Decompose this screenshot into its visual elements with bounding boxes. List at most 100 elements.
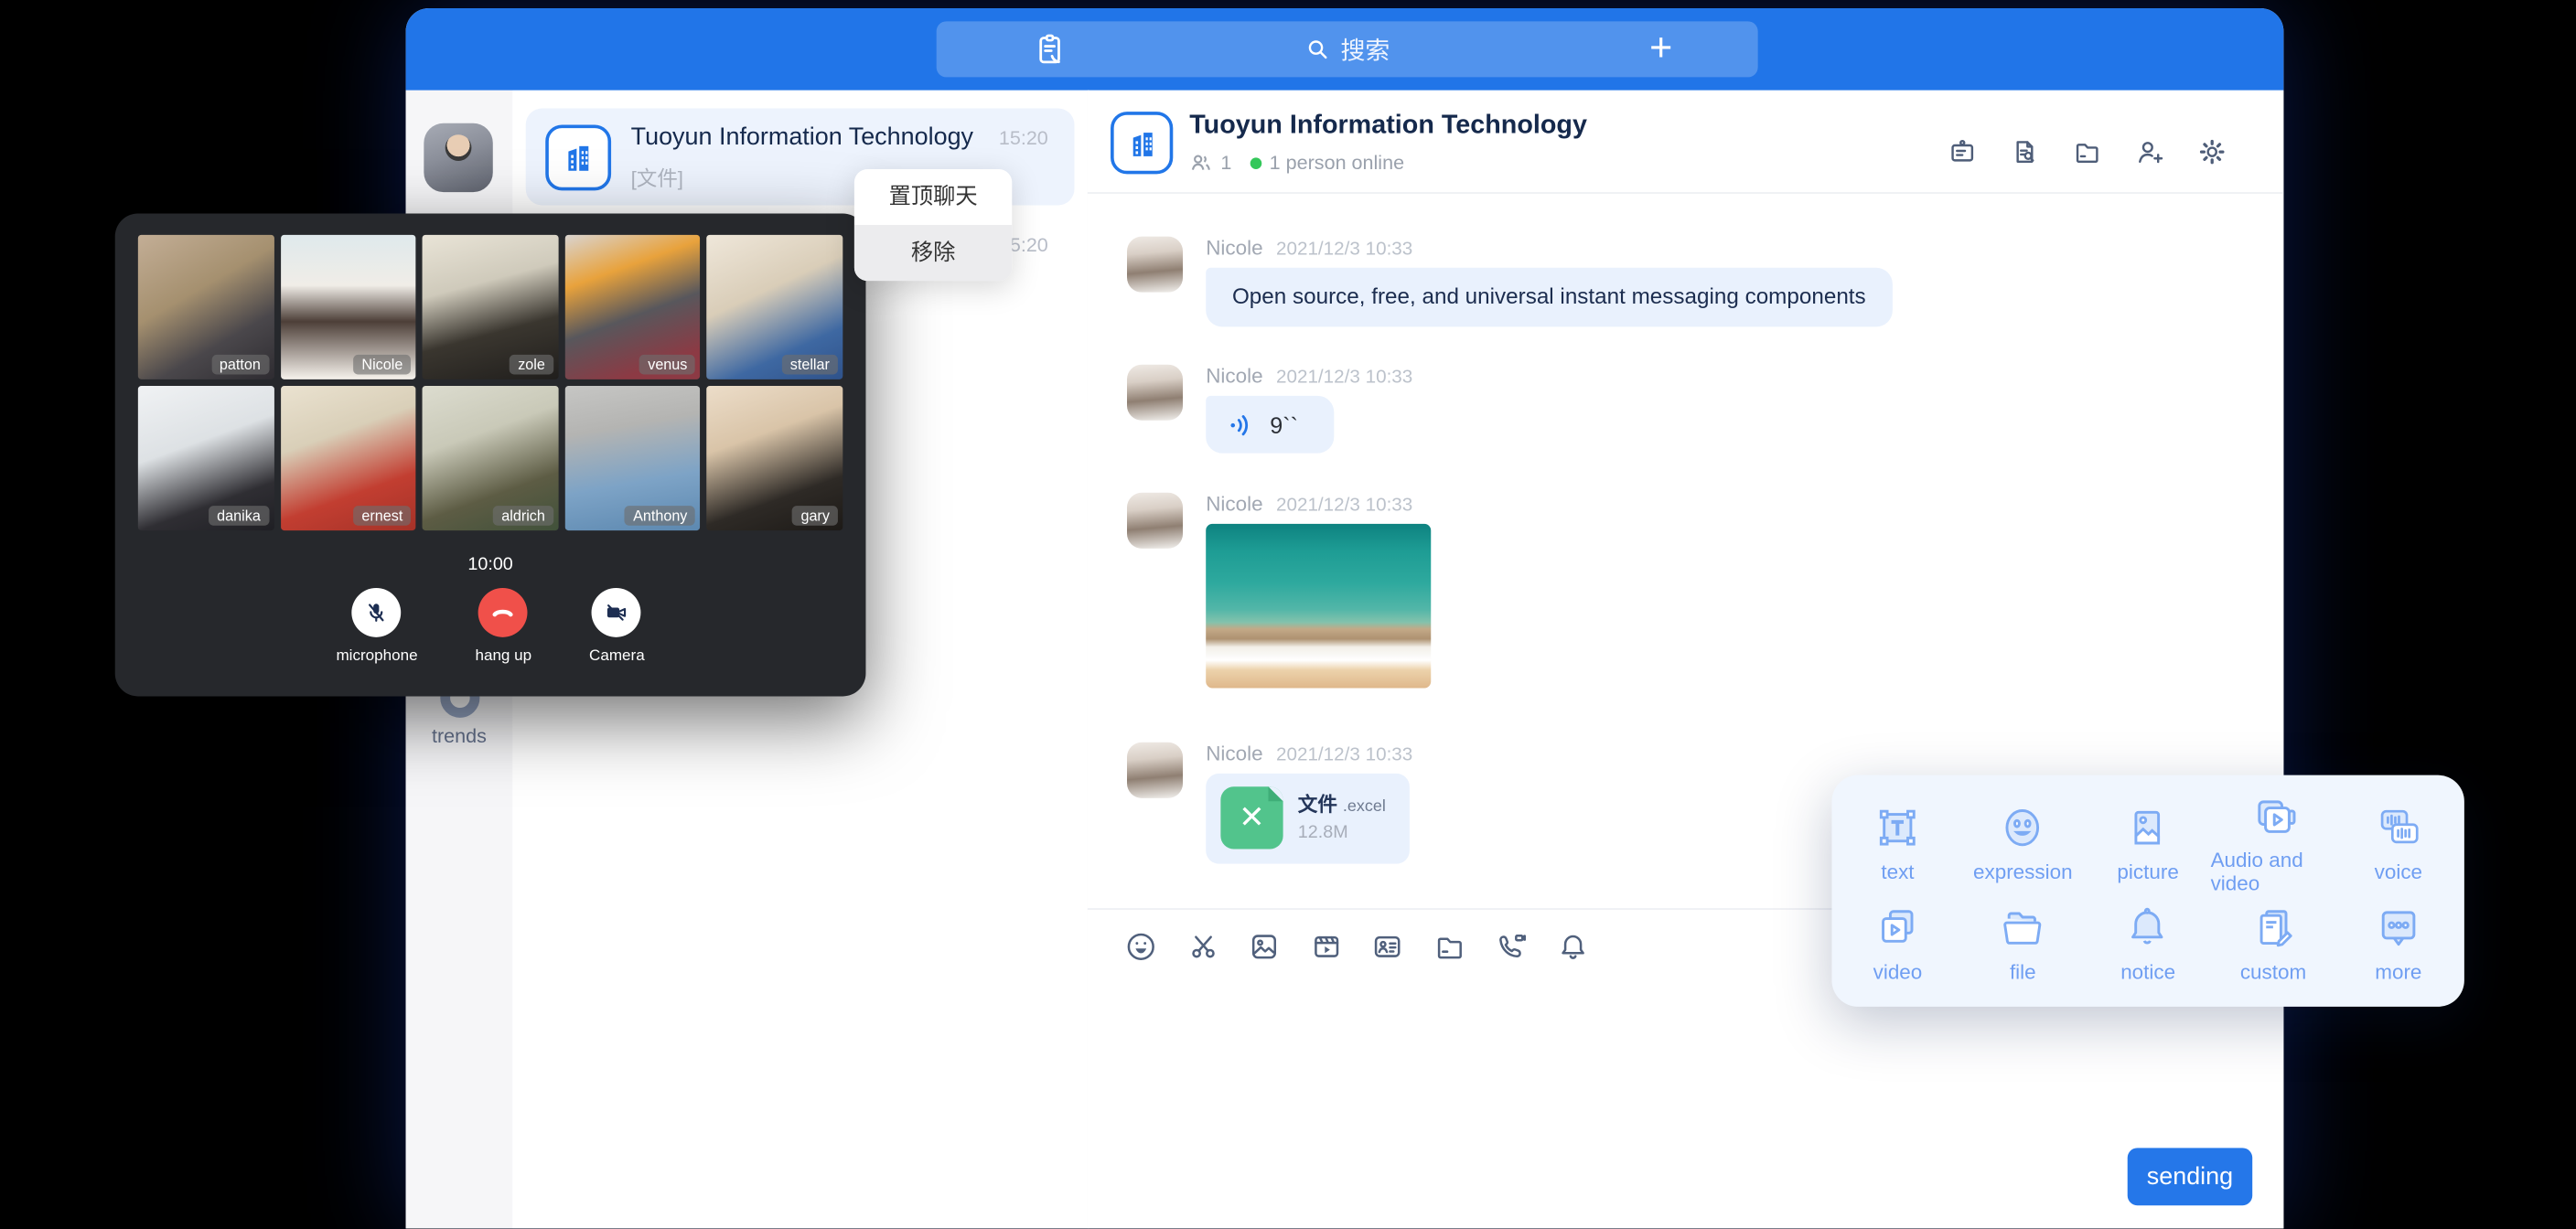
context-menu: 置顶聊天 移除: [854, 169, 1012, 281]
call-timer: 10:00: [115, 555, 866, 575]
panel-label: expression: [1973, 860, 2073, 883]
panel-item-notice[interactable]: notice: [2086, 895, 2211, 990]
message-time: 2021/12/3 10:33: [1276, 368, 1412, 388]
sender-name: Nicole: [1206, 365, 1262, 388]
mic-muted-icon[interactable]: [352, 588, 402, 637]
menu-item-pin-chat[interactable]: 置顶聊天: [854, 169, 1012, 225]
file-message-bubble[interactable]: ✕ 文件 .excel 12.8M: [1206, 774, 1410, 864]
participant-tile: Nicole: [280, 235, 415, 379]
panel-item-more[interactable]: more: [2335, 895, 2461, 990]
participant-name: Nicole: [353, 355, 411, 375]
message-text-content: Open source, free, and universal instant…: [1206, 268, 1892, 327]
participant-name: Anthony: [625, 506, 695, 526]
panel-item-custom[interactable]: custom: [2211, 895, 2336, 990]
avatar[interactable]: [1127, 237, 1183, 293]
panel-label: voice: [2375, 860, 2422, 883]
group-avatar-icon: [545, 124, 611, 190]
microphone-label: microphone: [336, 647, 417, 666]
folder-icon[interactable]: [1432, 929, 1466, 964]
panel-label: custom: [2240, 960, 2306, 983]
conversation-last-message: [文件]: [631, 161, 683, 192]
image-icon[interactable]: [1247, 929, 1282, 964]
contact-card-icon[interactable]: [1370, 929, 1405, 964]
voice-message-bubble[interactable]: 9``: [1206, 396, 1334, 454]
search-bar[interactable]: 搜索 +: [937, 21, 1758, 77]
panel-item-text[interactable]: text: [1835, 792, 1960, 895]
video-file-icon: [1873, 903, 1923, 952]
panel-item-audio-video[interactable]: Audio and video: [2211, 792, 2336, 895]
participant-tile: venus: [564, 235, 700, 379]
screenshot-scissors-icon[interactable]: [1186, 929, 1220, 964]
settings-gear-icon[interactable]: [2196, 136, 2227, 167]
hang-up-icon[interactable]: [478, 588, 528, 637]
participant-tile: gary: [707, 386, 843, 530]
emoji-icon[interactable]: [1123, 929, 1158, 964]
menu-item-remove[interactable]: 移除: [854, 225, 1012, 281]
message-image: Nicole 2021/12/3 10:33: [1127, 493, 1620, 714]
avatar[interactable]: [1127, 365, 1183, 421]
video-icon[interactable]: [1308, 929, 1343, 964]
user-avatar[interactable]: [424, 123, 492, 192]
call-controls: microphone hang up Camera: [115, 588, 866, 665]
chat-record-search-icon[interactable]: [2009, 136, 2040, 167]
message-time: 2021/12/3 10:33: [1276, 240, 1412, 260]
group-avatar-icon: [1111, 112, 1173, 174]
participant-tile: ernest: [280, 386, 415, 530]
participant-tile: Anthony: [564, 386, 700, 530]
camera-button[interactable]: Camera: [589, 588, 645, 665]
audio-video-icon: [2249, 792, 2298, 841]
panel-item-expression[interactable]: expression: [1960, 792, 2086, 895]
picture-icon: [2123, 803, 2173, 852]
panel-label: text: [1881, 860, 1914, 883]
send-button[interactable]: sending: [2128, 1148, 2252, 1205]
video-call-window: patton Nicole zole venus stellar danika …: [115, 213, 866, 696]
participant-name: danika: [209, 506, 269, 526]
message-type-panel: text expression picture Audio and video …: [1831, 775, 2463, 1007]
notice-bell-icon: [2123, 903, 2173, 952]
sender-name: Nicole: [1206, 237, 1262, 260]
custom-icon: [2249, 903, 2298, 952]
avatar[interactable]: [1127, 493, 1183, 549]
top-bar: 搜索 +: [406, 8, 2284, 91]
add-member-icon[interactable]: [2134, 136, 2165, 167]
notification-bell-icon[interactable]: [1555, 929, 1590, 964]
group-notice-icon[interactable]: [1947, 136, 1978, 167]
camera-muted-icon[interactable]: [592, 588, 641, 637]
camera-label: Camera: [589, 647, 645, 666]
panel-item-voice[interactable]: voice: [2335, 792, 2461, 895]
excel-file-icon: ✕: [1220, 786, 1283, 849]
panel-item-file[interactable]: file: [1960, 895, 2086, 990]
add-button[interactable]: +: [1649, 29, 1672, 69]
panel-label: Audio and video: [2211, 849, 2336, 894]
header-divider: [1088, 192, 2283, 194]
sender-name: Nicole: [1206, 493, 1262, 516]
message-bubble[interactable]: Open source, free, and universal instant…: [1206, 268, 1892, 327]
group-files-icon[interactable]: [2072, 136, 2103, 167]
hang-up-button[interactable]: hang up: [475, 588, 531, 665]
microphone-button[interactable]: microphone: [336, 588, 417, 665]
video-call-icon[interactable]: [1493, 929, 1528, 964]
search-placeholder[interactable]: 搜索: [1340, 32, 1390, 67]
trends-label: trends: [406, 724, 513, 747]
message-voice: Nicole 2021/12/3 10:33 9``: [1127, 365, 1620, 480]
panel-label: notice: [2120, 960, 2175, 983]
participant-tile: aldrich: [423, 386, 558, 530]
file-folder-icon: [1998, 903, 2047, 952]
voice-icon: [2374, 803, 2423, 852]
panel-item-video[interactable]: video: [1835, 895, 1960, 990]
participant-name: zole: [510, 355, 553, 375]
expression-icon: [1998, 803, 2047, 852]
panel-item-picture[interactable]: picture: [2086, 792, 2211, 895]
voice-wave-icon: [1228, 410, 1257, 439]
conversation-title: Tuoyun Information Technology: [631, 123, 993, 152]
search-icon: [1304, 37, 1331, 63]
image-attachment[interactable]: [1206, 524, 1431, 689]
more-icon: [2374, 903, 2423, 952]
avatar[interactable]: [1127, 743, 1183, 798]
message-time: 2021/12/3 10:33: [1276, 496, 1412, 516]
chat-title: Tuoyun Information Technology: [1189, 112, 1587, 141]
panel-label: picture: [2117, 860, 2178, 883]
file-size: 12.8M: [1298, 823, 1348, 843]
message-time: 2021/12/3 10:33: [1276, 745, 1412, 765]
participant-grid: patton Nicole zole venus stellar danika …: [138, 235, 843, 530]
